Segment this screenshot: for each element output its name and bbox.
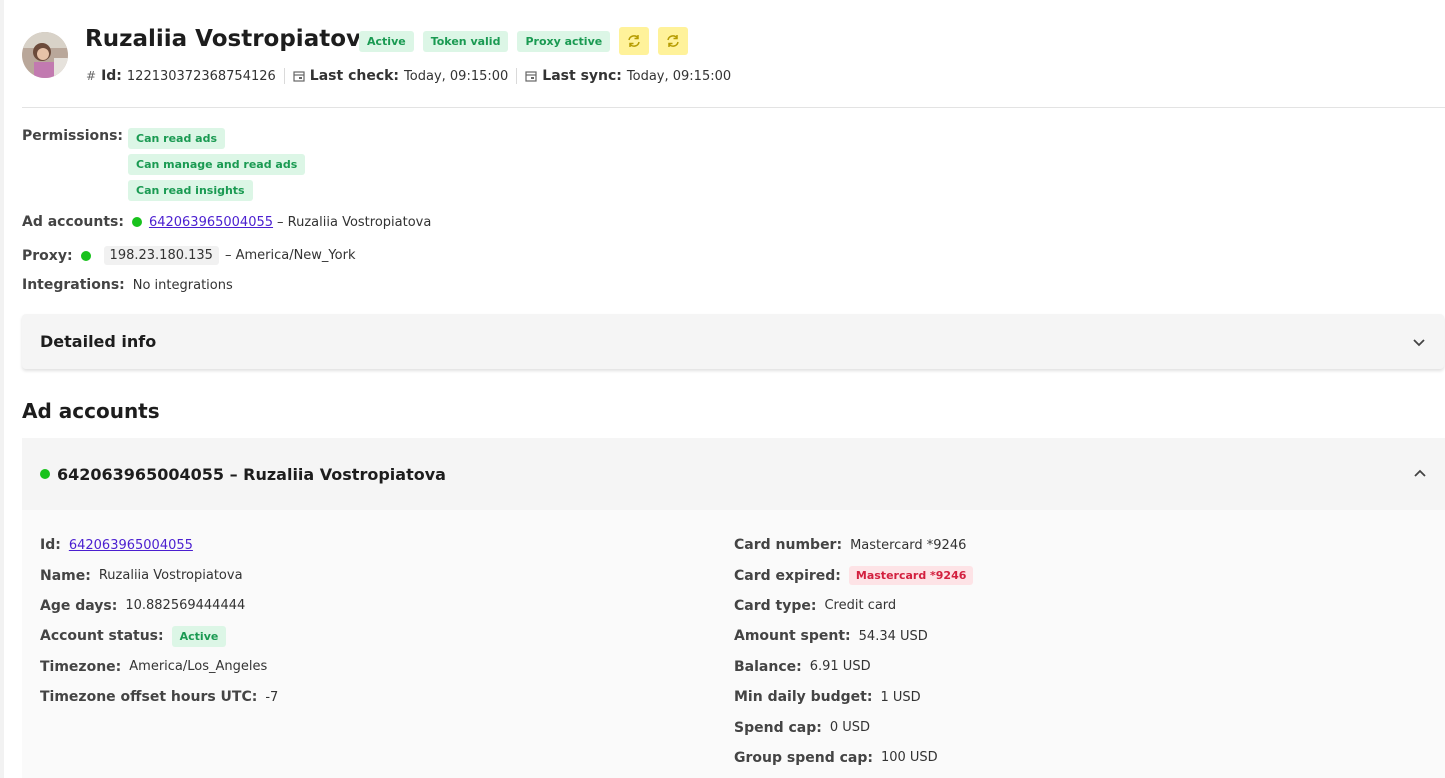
ad-account-header-title: 642063965004055 – Ruzaliia Vostropiatova [40, 465, 446, 484]
proxy-row: Proxy: 198.23.180.135 – America/New_York [22, 246, 355, 265]
detail-value: 6.91 USD [809, 659, 871, 675]
ad-account-details-right: Card number: Mastercard *9246 Card expir… [734, 530, 974, 773]
ad-accounts-section-title: Ad accounts [22, 399, 160, 423]
account-id-link[interactable]: 642063965004055 [69, 538, 193, 553]
hash-icon: # [86, 69, 97, 83]
detail-label: Name: [40, 567, 91, 584]
calendar-icon [525, 71, 537, 82]
detail-value: -7 [265, 689, 279, 705]
detail-card-type: Card type: Credit card [734, 591, 973, 621]
detail-label: Card type: [734, 597, 817, 614]
ad-account-name: – Ruzaliia Vostropiatova [277, 214, 432, 230]
detail-amount-spent: Amount spent: 54.34 USD [734, 621, 973, 651]
sync-button[interactable] [658, 27, 689, 55]
permission-badge: Can manage and read ads [128, 154, 306, 175]
status-badge-active: Active [359, 30, 414, 52]
permission-badge: Can read ads [128, 128, 226, 149]
permissions-list: Can read ads Can manage and read ads Can… [128, 128, 306, 201]
meta-last-check: Last check: Today, 09:15:00 [293, 68, 518, 84]
detail-label: Spend cap: [734, 719, 822, 736]
chevron-down-icon [1413, 338, 1425, 346]
integrations-row: Integrations: No integrations [22, 277, 233, 293]
ad-account-link[interactable]: 642063965004055 [149, 215, 273, 230]
last-sync-value: Today, 09:15:00 [626, 68, 732, 84]
detail-label: Age days: [40, 597, 118, 614]
ad-accounts-row: Ad accounts: 642063965004055 – Ruzaliia … [22, 214, 431, 230]
permissions-label: Permissions: [22, 128, 124, 144]
detail-card-expired: Card expired: Mastercard *9246 [734, 560, 974, 590]
ad-accounts-label: Ad accounts: [22, 214, 124, 230]
detail-value: Ruzaliia Vostropiatova [98, 568, 243, 584]
card-expired-badge: Mastercard *9246 [848, 566, 974, 586]
proxy-ip: 198.23.180.135 [103, 246, 219, 265]
status-badge: Active [171, 625, 227, 647]
detail-value: 10.882569444444 [125, 598, 246, 614]
profile-header: Ruzaliia Vostropiatova Active Token vali… [22, 24, 1445, 108]
last-sync-label: Last sync: [542, 68, 622, 84]
sync-icon [667, 35, 679, 47]
last-check-label: Last check: [309, 68, 400, 84]
meta-last-sync: Last sync: Today, 09:15:00 [525, 68, 739, 84]
detail-label: Amount spent: [734, 628, 851, 645]
status-dot-icon [131, 217, 142, 227]
profile-name: Ruzaliia Vostropiatova [85, 26, 377, 52]
detailed-info-title: Detailed info [40, 332, 157, 351]
profile-meta: # Id: 122130372368754126 Last check: Tod… [86, 68, 747, 84]
ad-account-header[interactable]: 642063965004055 – Ruzaliia Vostropiatova [22, 438, 1445, 510]
proxy-label: Proxy: [22, 247, 73, 264]
detail-label: Card number: [734, 537, 843, 554]
status-dot-icon [40, 469, 50, 479]
detail-label: Group spend cap: [734, 749, 873, 766]
ad-account-panel: 642063965004055 – Ruzaliia Vostropiatova… [22, 438, 1445, 778]
detail-label: Balance: [734, 658, 802, 675]
id-label: Id: [101, 68, 122, 84]
integrations-label: Integrations: [22, 277, 125, 293]
calendar-icon [293, 71, 305, 82]
detail-min-daily-budget: Min daily budget: 1 USD [734, 682, 973, 712]
detail-age: Age days: 10.882569444444 [40, 591, 278, 621]
detail-timezone: Timezone: America/Los_Angeles [40, 652, 278, 682]
status-dot-icon [80, 250, 91, 261]
detail-value: 1 USD [880, 689, 921, 705]
permission-badge: Can read insights [128, 180, 253, 201]
proxy-timezone: – America/New_York [224, 248, 356, 263]
detail-value: America/Los_Angeles [129, 659, 268, 675]
detail-card-number: Card number: Mastercard *9246 [734, 530, 973, 560]
detail-value: 0 USD [829, 720, 871, 736]
detail-label: Min daily budget: [734, 689, 873, 706]
status-badge-token: Token valid [422, 30, 509, 52]
detail-value: 54.34 USD [858, 628, 928, 644]
detail-label: Id: [40, 537, 61, 554]
status-badges: Active Token valid Proxy active [359, 27, 689, 55]
id-value: 122130372368754126 [126, 68, 276, 84]
detailed-info-panel[interactable]: Detailed info [22, 314, 1444, 369]
last-check-value: Today, 09:15:00 [404, 68, 509, 84]
detail-timezone-offset: Timezone offset hours UTC: -7 [40, 682, 278, 712]
detail-value: 100 USD [880, 750, 938, 766]
detail-spend-cap: Spend cap: 0 USD [734, 712, 973, 742]
detail-label: Account status: [40, 628, 164, 645]
refresh-button[interactable] [619, 27, 650, 55]
detail-value: Credit card [824, 598, 897, 614]
left-edge-divider [0, 0, 4, 778]
ad-account-details-left: Id: 642063965004055 Name: Ruzaliia Vostr… [40, 530, 278, 712]
detail-balance: Balance: 6.91 USD [734, 652, 973, 682]
meta-id: # Id: 122130372368754126 [86, 68, 285, 84]
avatar [22, 32, 68, 78]
detail-value: Mastercard *9246 [850, 537, 967, 553]
detail-id: Id: 642063965004055 [40, 530, 278, 560]
status-badge-proxy: Proxy active [517, 30, 611, 52]
integrations-value: No integrations [132, 277, 233, 293]
detail-group-spend-cap: Group spend cap: 100 USD [734, 743, 973, 773]
detail-label: Timezone: [40, 658, 122, 675]
ad-account-header-text: 642063965004055 – Ruzaliia Vostropiatova [57, 464, 446, 484]
refresh-icon [628, 35, 640, 47]
detail-label: Card expired: [734, 567, 841, 584]
detail-status: Account status: Active [40, 621, 278, 651]
detail-name: Name: Ruzaliia Vostropiatova [40, 560, 278, 590]
chevron-up-icon [1414, 469, 1426, 477]
permissions-row: Permissions: [22, 128, 131, 144]
detail-label: Timezone offset hours UTC: [40, 689, 258, 706]
